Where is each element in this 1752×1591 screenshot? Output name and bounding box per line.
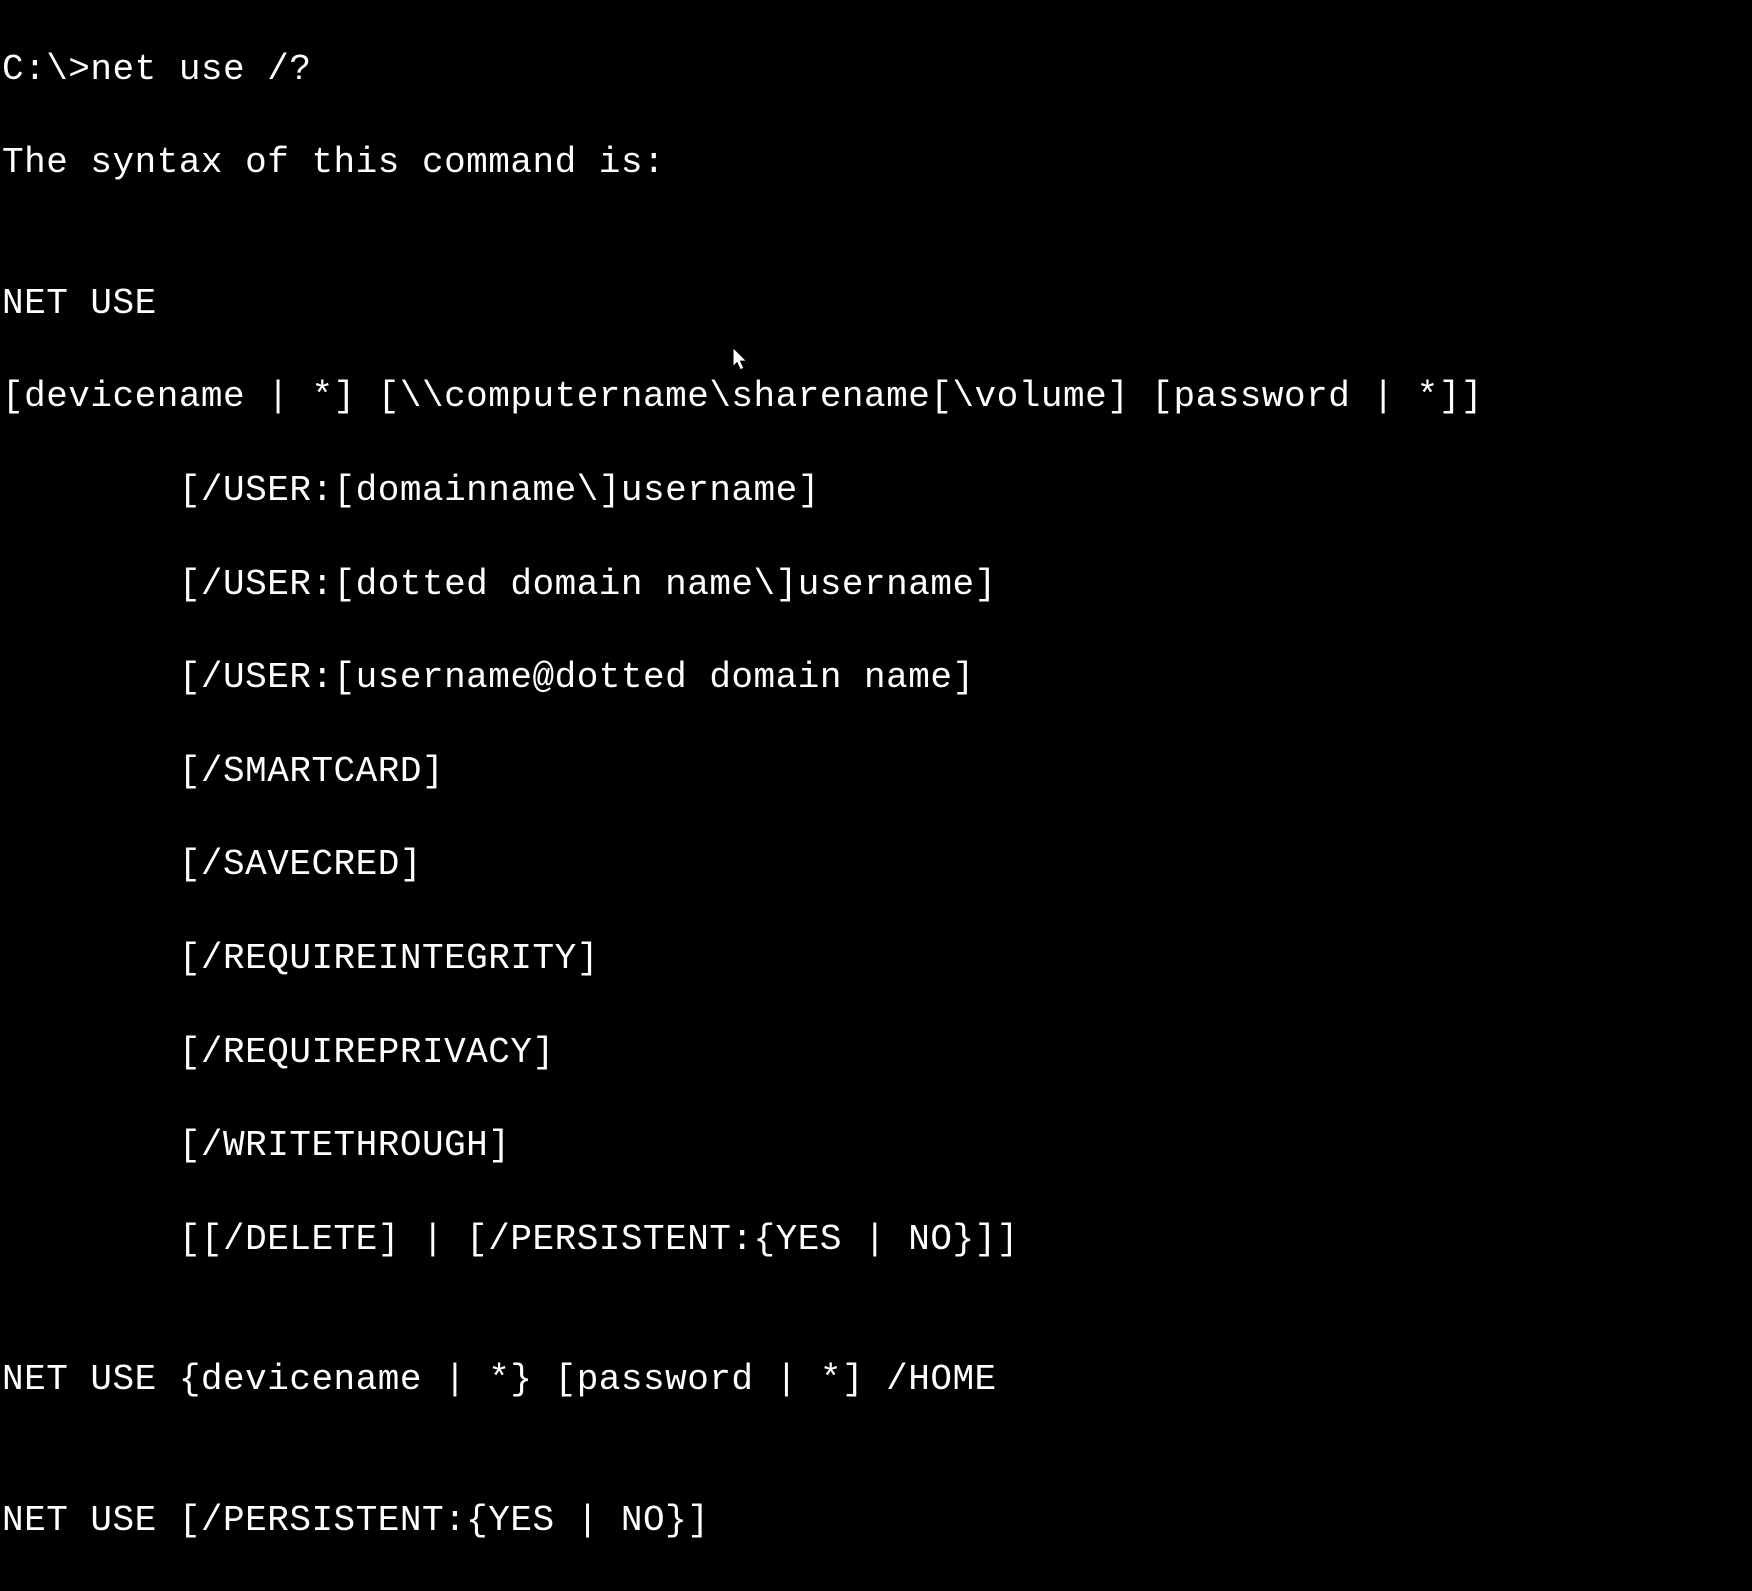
syntax-line: [[/DELETE] | [/PERSISTENT:{YES | NO}]]	[2, 1217, 1752, 1264]
intro-text: The syntax of this command is:	[2, 140, 1752, 187]
syntax-line: [devicename | *] [\\computername\sharena…	[2, 374, 1752, 421]
syntax-line: [/SAVECRED]	[2, 842, 1752, 889]
syntax-line: [/USER:[username@dotted domain name]	[2, 655, 1752, 702]
prompt-line: C:\>net use /?	[2, 47, 1752, 94]
syntax-line: [/SMARTCARD]	[2, 749, 1752, 796]
command-header: NET USE	[2, 281, 1752, 328]
syntax-line: [/REQUIREINTEGRITY]	[2, 936, 1752, 983]
syntax-line: [/REQUIREPRIVACY]	[2, 1030, 1752, 1077]
syntax-line: [/USER:[domainname\]username]	[2, 468, 1752, 515]
terminal-output[interactable]: C:\>net use /? The syntax of this comman…	[0, 0, 1752, 1591]
home-syntax-line: NET USE {devicename | *} [password | *] …	[2, 1357, 1752, 1404]
syntax-line: [/USER:[dotted domain name\]username]	[2, 562, 1752, 609]
persistent-syntax-line: NET USE [/PERSISTENT:{YES | NO}]	[2, 1498, 1752, 1545]
syntax-line: [/WRITETHROUGH]	[2, 1123, 1752, 1170]
